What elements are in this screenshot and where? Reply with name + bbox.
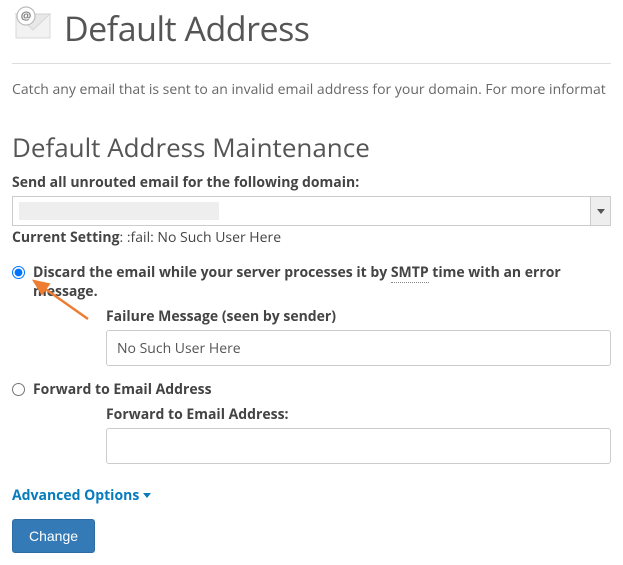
domain-select[interactable] — [12, 196, 611, 226]
domain-label: Send all unrouted email for the followin… — [12, 173, 611, 192]
discard-radio[interactable] — [12, 266, 25, 279]
caret-down-icon — [143, 493, 151, 499]
change-button[interactable]: Change — [12, 519, 95, 553]
forward-email-input[interactable] — [106, 428, 611, 464]
failure-message-label: Failure Message (seen by sender) — [106, 307, 611, 326]
current-setting: Current Setting: :fail: No Such User Her… — [12, 228, 611, 247]
advanced-options-toggle[interactable]: Advanced Options — [12, 486, 151, 505]
dropdown-toggle[interactable] — [590, 197, 610, 225]
forward-label: Forward to Email Address — [33, 380, 212, 399]
page-title: Default Address — [64, 5, 309, 51]
domain-select-value — [13, 197, 590, 225]
svg-text:@: @ — [21, 7, 32, 24]
failure-message-input[interactable] — [106, 330, 611, 366]
intro-text: Catch any email that is sent to an inval… — [12, 80, 611, 99]
forward-email-label: Forward to Email Address: — [106, 405, 611, 424]
redacted-domain — [19, 202, 219, 220]
chevron-down-icon — [597, 207, 605, 215]
divider — [12, 63, 611, 64]
section-heading: Default Address Maintenance — [12, 129, 611, 165]
arrow-annotation-icon — [28, 275, 98, 325]
default-address-icon: @ — [12, 4, 54, 51]
discard-label: Discard the email while your server proc… — [33, 263, 611, 301]
forward-radio[interactable] — [12, 383, 25, 396]
